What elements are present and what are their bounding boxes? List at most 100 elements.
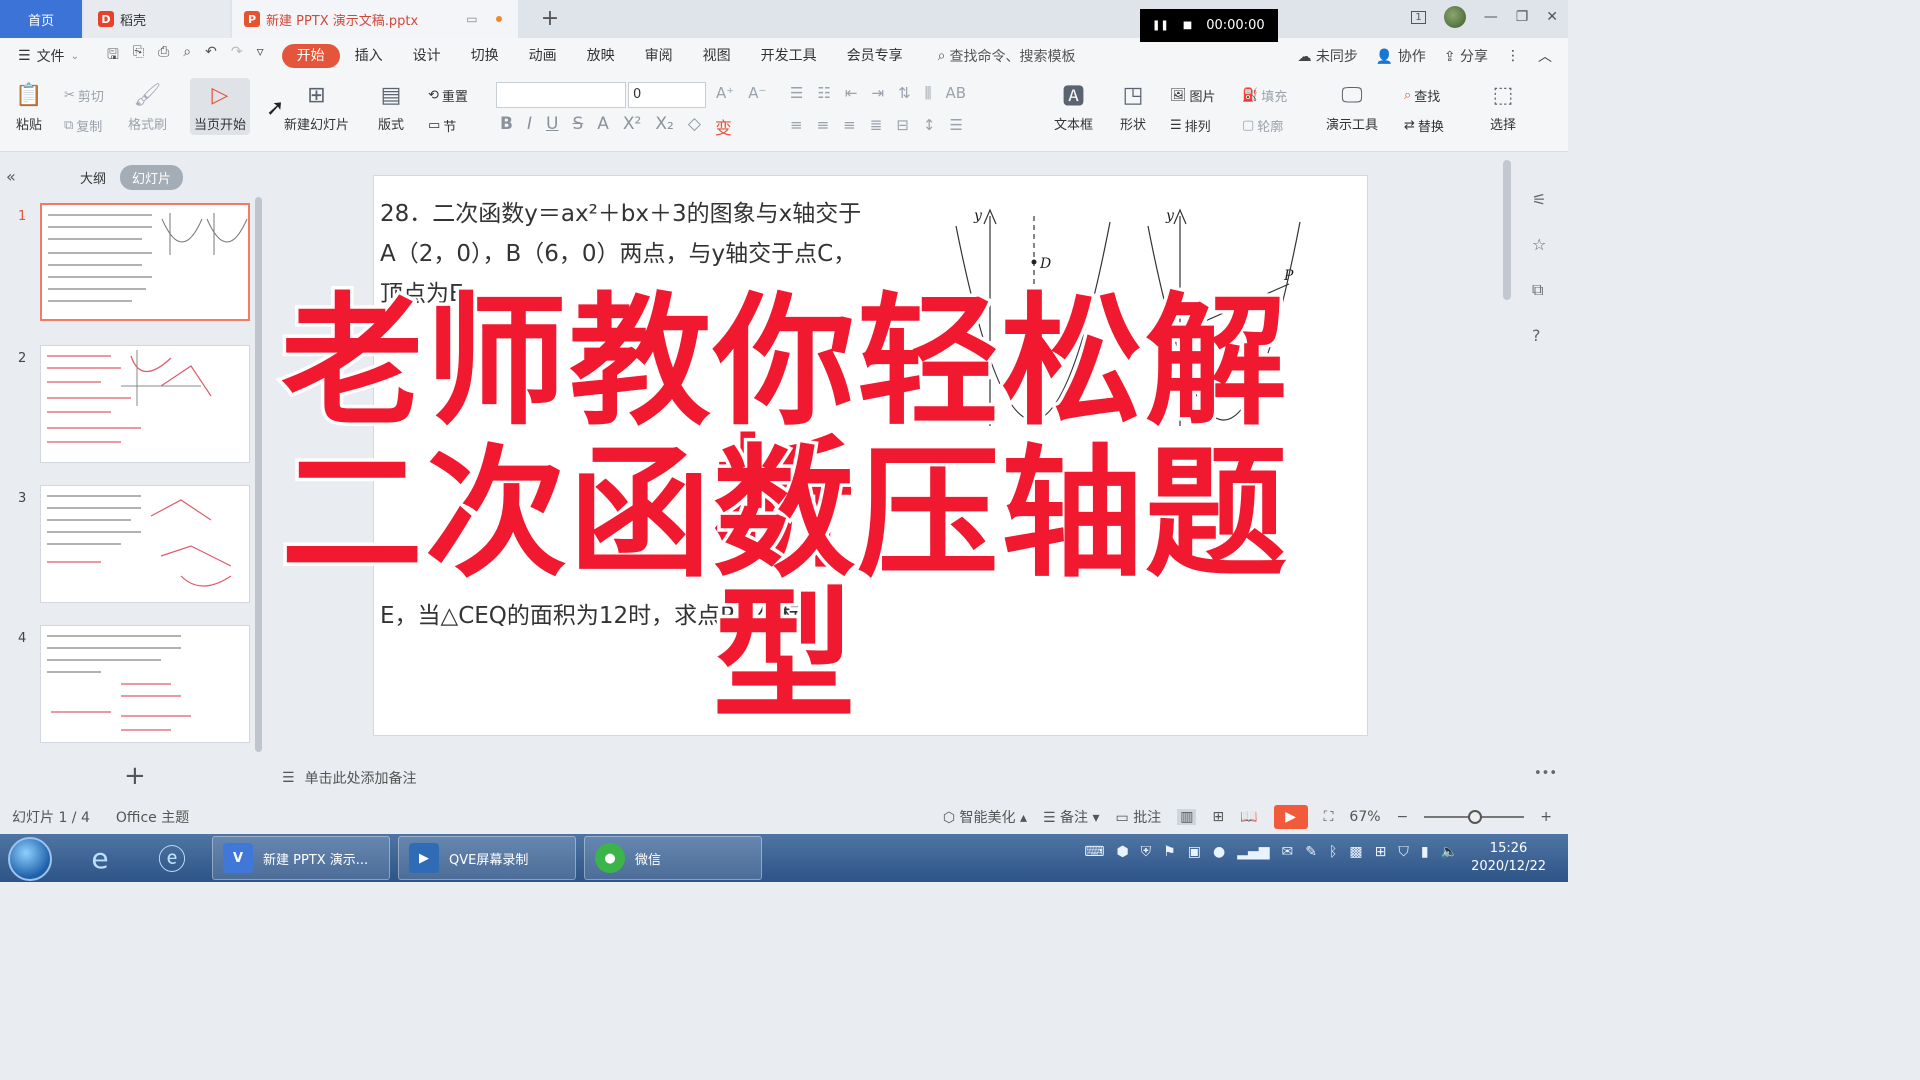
start-button[interactable] <box>8 837 52 881</box>
save-icon[interactable]: 🖫 <box>107 44 119 68</box>
font-color-icon[interactable]: A <box>597 114 609 139</box>
minimize-icon[interactable]: — <box>1484 9 1498 25</box>
cut-button[interactable]: ✂ 剪切 <box>64 86 104 105</box>
play-slideshow-button[interactable]: ▶ <box>1273 805 1308 829</box>
avatar[interactable] <box>1443 6 1466 28</box>
distribute-icon[interactable]: ⊟ <box>896 116 909 134</box>
properties-icon[interactable]: ⚟ <box>1532 190 1546 209</box>
flag-icon[interactable]: ⚑ <box>1163 844 1176 860</box>
grid-view-icon[interactable]: ⊞ <box>1212 809 1224 825</box>
star-icon[interactable]: ☆ <box>1532 235 1546 254</box>
collapse-ribbon-icon[interactable]: ︿ <box>1538 46 1552 66</box>
subscript-icon[interactable]: X₂ <box>655 114 673 139</box>
line-spacing-icon[interactable]: ↕ <box>923 116 936 134</box>
indent-decrease-icon[interactable]: ⇤ <box>845 84 858 102</box>
columns-icon[interactable]: ⫼ <box>925 84 932 102</box>
decrease-font-icon[interactable]: A⁻ <box>748 84 766 102</box>
zoom-slider[interactable] <box>1424 810 1525 824</box>
undo-icon[interactable]: ↶ <box>205 44 217 68</box>
normal-view-icon[interactable]: ▥ <box>1177 809 1197 825</box>
tab-outline[interactable]: 大纲 <box>80 168 106 187</box>
paragraph-spacing-icon[interactable]: ☰ <box>949 116 962 134</box>
zoom-slider-knob[interactable] <box>1468 810 1483 824</box>
layout-button[interactable]: ▤ 版式 <box>376 80 406 134</box>
mail-icon[interactable]: ✉ <box>1282 844 1294 860</box>
nvidia-icon[interactable]: ▩ <box>1349 844 1362 860</box>
eraser-icon[interactable]: ◇ <box>688 114 701 139</box>
export-icon[interactable]: ⎘ <box>133 44 144 68</box>
keyboard-icon[interactable]: ⌨ <box>1084 844 1104 860</box>
select-button[interactable]: ⬚ 选择 <box>1488 80 1518 134</box>
align-right-icon[interactable]: ≡ <box>843 116 856 134</box>
stop-icon[interactable]: ■ <box>1183 20 1192 31</box>
bluetooth-icon[interactable]: ᛒ <box>1329 844 1337 860</box>
tab-member[interactable]: 会员专享 <box>832 44 918 68</box>
security-icon[interactable]: ⛉ <box>1398 844 1409 860</box>
monitor-icon[interactable]: ▭ <box>466 12 477 26</box>
start-from-current-button[interactable]: ▷ 当页开始 <box>190 78 251 135</box>
zoom-out-icon[interactable]: − <box>1397 809 1409 825</box>
italic-icon[interactable]: I <box>527 114 532 139</box>
paste-button[interactable]: 📋 粘贴 <box>14 80 44 134</box>
sync-button[interactable]: ☁ 未同步 <box>1297 46 1357 66</box>
file-menu[interactable]: ☰ 文件 ⌄ <box>18 46 79 66</box>
tab-developer[interactable]: 开发工具 <box>746 44 832 68</box>
strikethrough-icon[interactable]: S <box>572 114 583 139</box>
phonetic-icon[interactable]: 变 <box>715 114 732 139</box>
window-tray-icon[interactable]: ⊞ <box>1375 844 1387 860</box>
tab-document[interactable]: P 新建 PPTX 演示文稿.pptx ▭ <box>232 0 518 38</box>
restore-icon[interactable]: ❐ <box>1516 9 1529 25</box>
sort-icon[interactable]: ⇅ <box>898 84 911 102</box>
align-left-icon[interactable]: ≡ <box>790 116 803 134</box>
print-preview-icon[interactable]: ⌕ <box>183 44 191 68</box>
volume-icon[interactable]: 🔈 <box>1441 844 1458 860</box>
tab-daoke[interactable]: D 稻壳 <box>84 0 230 38</box>
window-count-badge[interactable]: 1 <box>1411 10 1426 24</box>
picture-button[interactable]: 🖼 图片 <box>1170 86 1216 105</box>
taskbar-app-wechat[interactable]: ● 微信 <box>584 836 762 880</box>
tab-animations[interactable]: 动画 <box>514 44 572 68</box>
font-size-select[interactable]: 0 <box>628 82 706 108</box>
format-painter-button[interactable]: 🖌 格式刷 <box>128 80 167 134</box>
battery-icon[interactable]: ▮ <box>1421 844 1429 860</box>
new-slide-button[interactable]: ⊞ 新建幻灯片 <box>284 80 349 134</box>
fill-button[interactable]: ⛽ 填充 <box>1242 86 1287 105</box>
notes-area[interactable]: ☰ 单击此处添加备注 <box>282 768 417 788</box>
customize-icon[interactable]: ▿ <box>257 44 264 68</box>
browser-icon[interactable]: ⓔ <box>154 840 190 876</box>
increase-font-icon[interactable]: A⁺ <box>716 84 734 102</box>
share-button[interactable]: ⇪ 分享 <box>1444 46 1488 66</box>
more-icon[interactable]: ⋮ <box>1506 48 1520 64</box>
section-button[interactable]: ▭ 节 <box>428 116 456 135</box>
close-icon[interactable]: ✕ <box>1546 9 1558 25</box>
tab-slideshow[interactable]: 放映 <box>572 44 630 68</box>
smart-beautify-button[interactable]: ⬡ 智能美化 ▴ <box>943 807 1027 827</box>
arrange-button[interactable]: ☰ 排列 <box>1170 116 1211 135</box>
underline-icon[interactable]: U <box>546 114 558 139</box>
tab-design[interactable]: 设计 <box>398 44 456 68</box>
tab-start[interactable]: 开始 <box>281 44 340 68</box>
taskbar-app-recorder[interactable]: ▶ QVE屏幕录制 <box>398 836 576 880</box>
collab-button[interactable]: 👤 协作 <box>1376 46 1426 66</box>
bullet-list-icon[interactable]: ☰ <box>790 84 803 102</box>
new-tab-button[interactable]: + <box>536 4 564 32</box>
taskbar-clock[interactable]: 15:26 2020/12/22 <box>1471 840 1546 876</box>
shield-icon[interactable]: ⛨ <box>1141 844 1152 860</box>
find-button[interactable]: ⌕ 查找 <box>1404 86 1440 105</box>
indent-increase-icon[interactable]: ⇥ <box>871 84 884 102</box>
reset-button[interactable]: ⟲ 重置 <box>428 86 468 105</box>
command-search[interactable]: ⌕ 查找命令、搜索模板 <box>938 46 1076 66</box>
replace-button[interactable]: ⇄ 替换 <box>1404 116 1444 135</box>
network-icon[interactable]: ▂▄▆ <box>1237 844 1269 860</box>
bold-icon[interactable]: B <box>500 114 513 139</box>
collapse-panel-icon[interactable]: « <box>6 167 16 186</box>
textbox-button[interactable]: 🅰 文本框 <box>1054 80 1093 133</box>
slide-scrollbar[interactable] <box>1503 160 1511 300</box>
more-options-icon[interactable]: ••• <box>1534 766 1557 781</box>
zoom-level[interactable]: 67% <box>1349 809 1380 825</box>
recorder-tray-icon[interactable]: ▣ <box>1188 844 1201 860</box>
print-icon[interactable]: ⎙ <box>158 44 169 68</box>
font-family-select[interactable] <box>496 82 626 108</box>
tab-slides[interactable]: 幻灯片 <box>120 165 184 190</box>
tab-review[interactable]: 审阅 <box>630 44 688 68</box>
